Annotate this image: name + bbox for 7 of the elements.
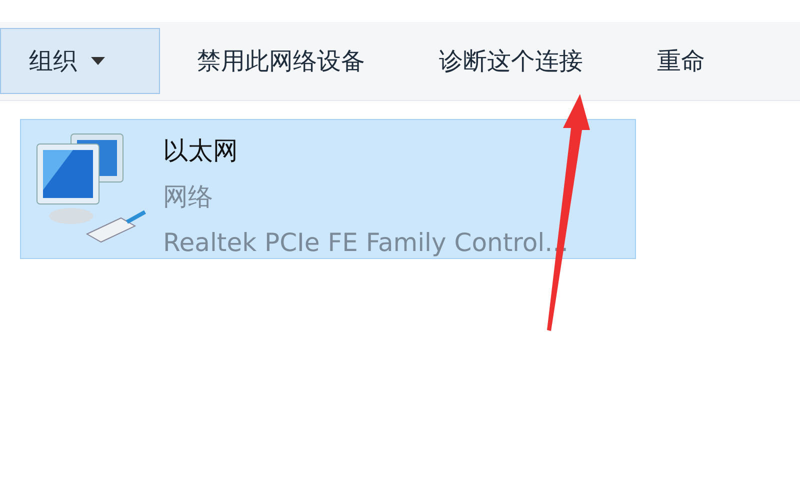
connection-name: 以太网 xyxy=(163,135,239,167)
toolbar-button[interactable]: 重命 xyxy=(620,28,742,94)
caret-icon xyxy=(91,57,105,65)
network-label: 网络 xyxy=(163,181,214,213)
organize-dropdown[interactable]: 组织 xyxy=(0,28,160,94)
toolbar-button[interactable]: 诊断这个连接 xyxy=(402,28,620,94)
toolbar-button[interactable]: 禁用此网络设备 xyxy=(160,28,402,94)
